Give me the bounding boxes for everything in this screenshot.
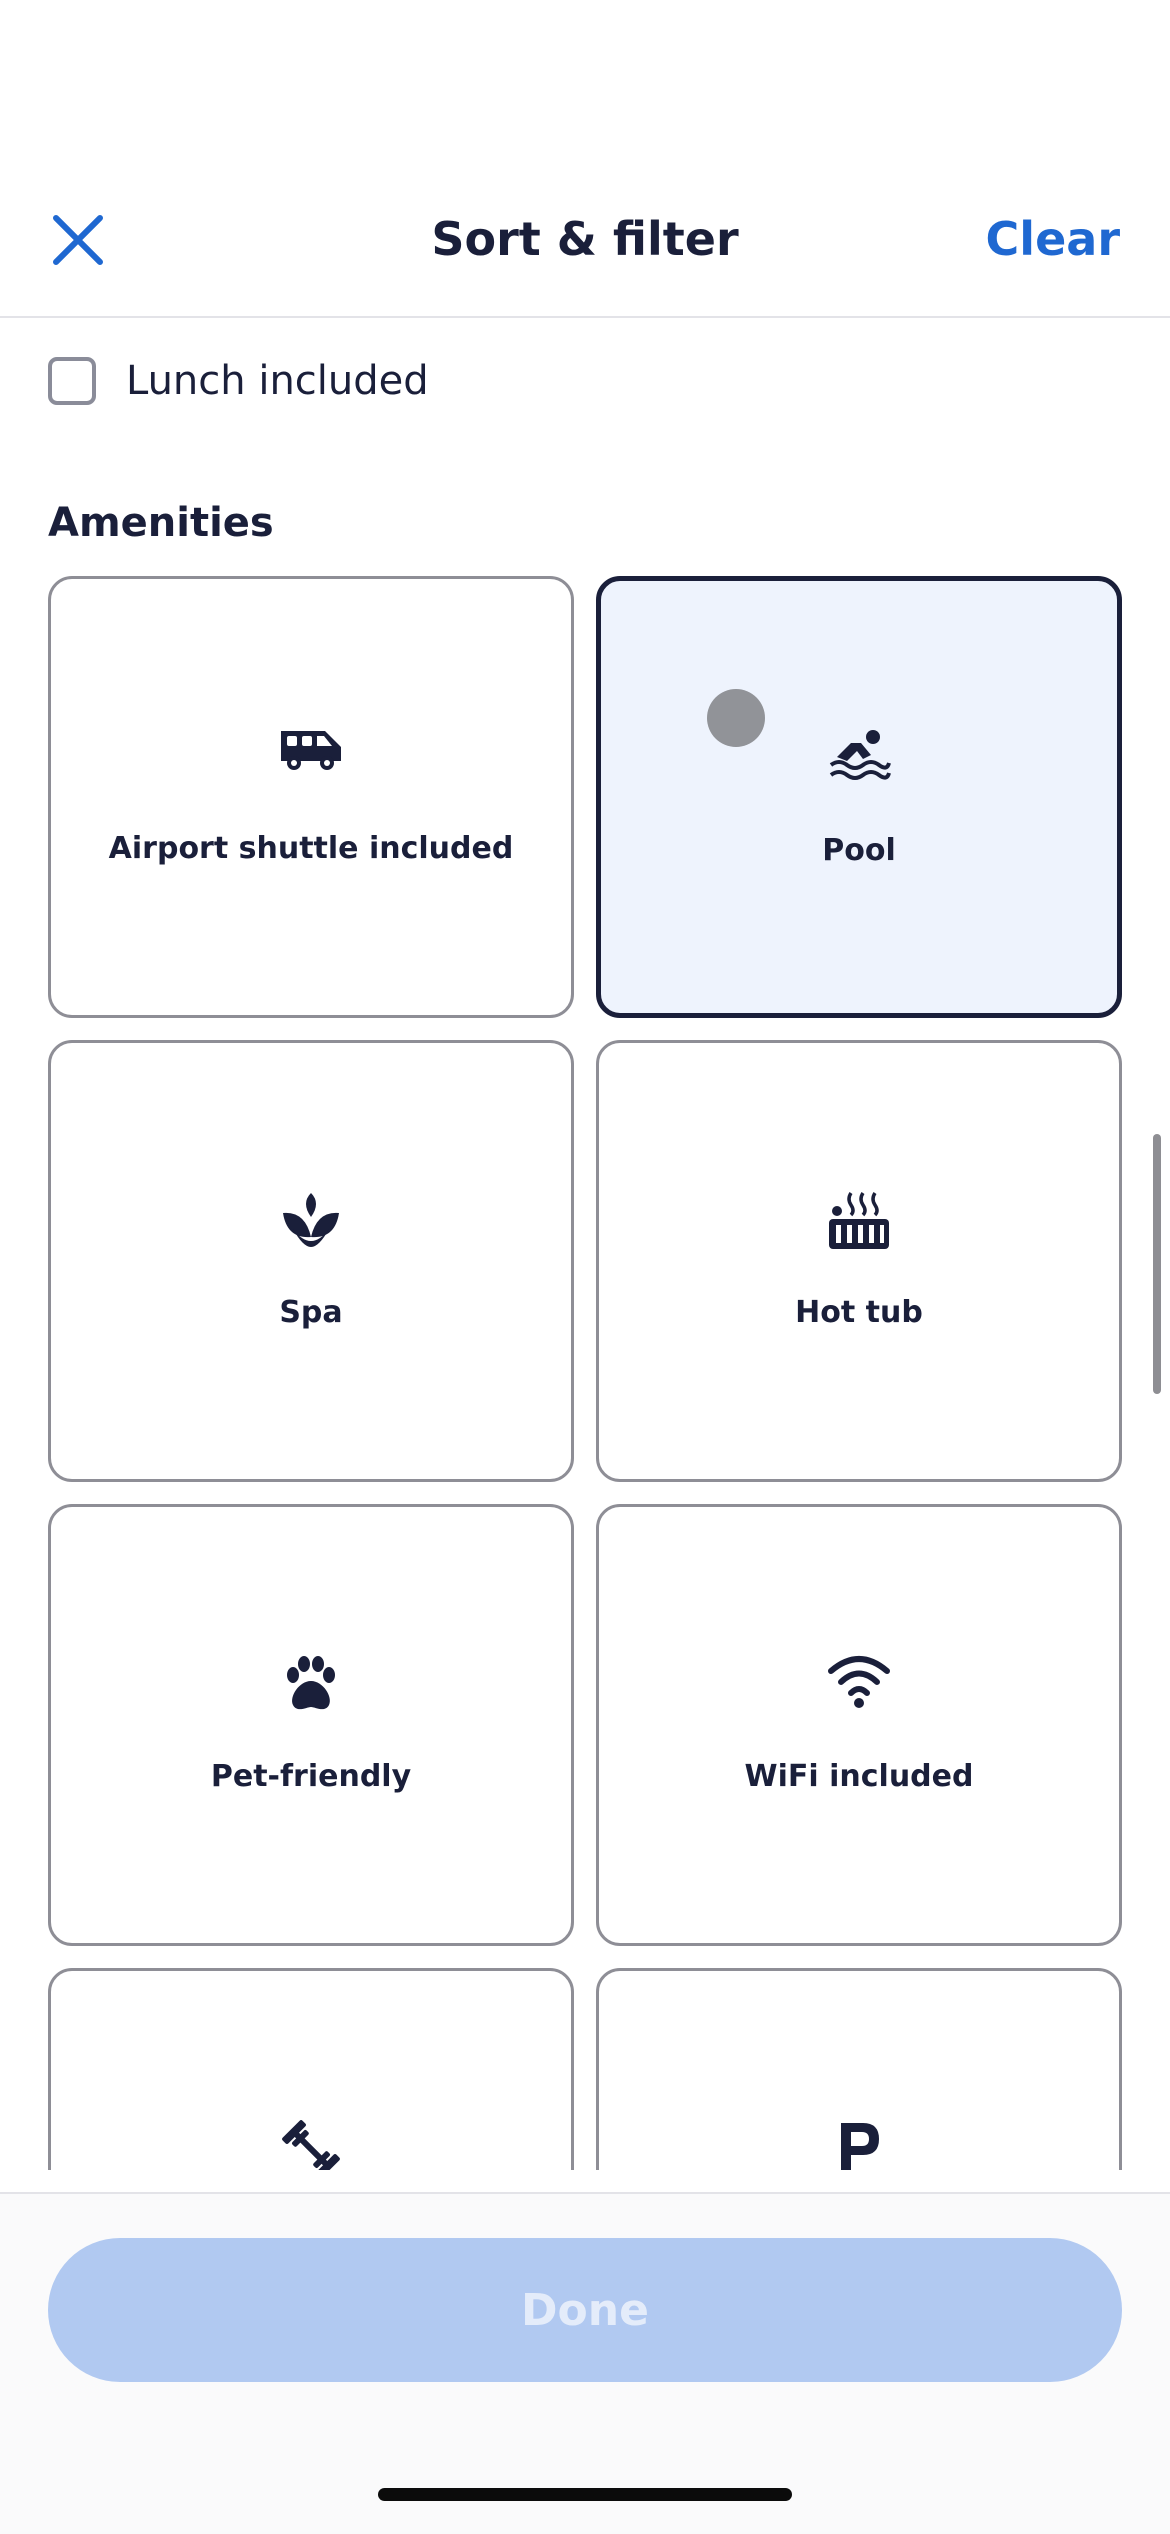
hot-tub-icon xyxy=(829,1192,889,1249)
lunch-included-checkbox[interactable]: Lunch included xyxy=(48,354,429,408)
home-indicator[interactable] xyxy=(378,2488,792,2501)
amenity-label: WiFi included xyxy=(744,1759,974,1794)
amenity-card-parking[interactable] xyxy=(596,1968,1122,2170)
paw-icon xyxy=(287,1656,335,1710)
amenity-label: Pool xyxy=(822,833,896,868)
shuttle-icon xyxy=(281,731,341,770)
parking-icon xyxy=(841,2123,879,2170)
checkbox-label: Lunch included xyxy=(126,358,429,404)
amenities-heading: Amenities xyxy=(48,500,274,546)
amenity-card-airport-shuttle[interactable]: Airport shuttle included xyxy=(48,576,574,1018)
amenity-card-gym[interactable] xyxy=(48,1968,574,2170)
top-bar: Sort & filter Clear xyxy=(0,0,1170,318)
amenity-label: Spa xyxy=(279,1295,343,1330)
scrollbar[interactable] xyxy=(1153,1134,1161,1394)
amenity-card-spa[interactable]: Spa xyxy=(48,1040,574,1482)
spa-icon xyxy=(283,1193,339,1247)
checkbox-box[interactable] xyxy=(48,357,96,405)
amenity-card-pet-friendly[interactable]: Pet-friendly xyxy=(48,1504,574,1946)
amenity-label: Airport shuttle included xyxy=(108,831,514,866)
done-button[interactable]: Done xyxy=(48,2238,1122,2382)
gym-icon xyxy=(282,2120,340,2170)
clear-button[interactable]: Clear xyxy=(986,212,1120,266)
footer: Done xyxy=(0,2192,1170,2534)
amenity-card-hot-tub[interactable]: Hot tub xyxy=(596,1040,1122,1482)
amenity-card-pool[interactable]: Pool xyxy=(596,576,1122,1018)
amenity-card-wifi[interactable]: WiFi included xyxy=(596,1504,1122,1946)
amenity-label: Hot tub xyxy=(795,1295,923,1330)
wifi-icon xyxy=(828,1656,890,1708)
pool-icon xyxy=(829,730,891,780)
filter-list[interactable]: Lunch included Amenities Airport shuttle… xyxy=(0,318,1170,2170)
amenity-label: Pet-friendly xyxy=(210,1759,412,1794)
